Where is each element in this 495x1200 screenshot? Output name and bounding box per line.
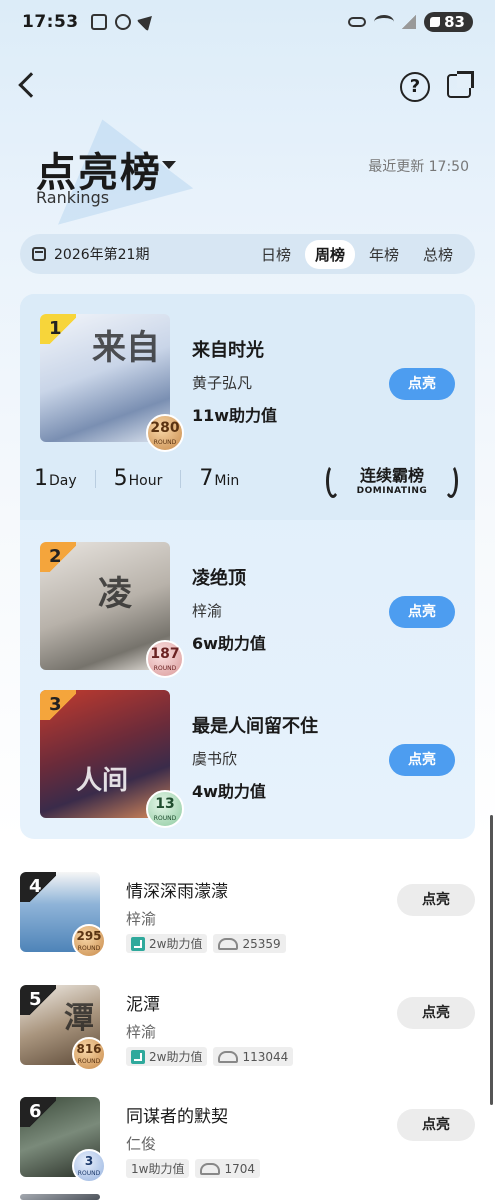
- signal-icon: [402, 15, 417, 29]
- rank-badge: 2: [40, 542, 76, 572]
- divider: [94, 469, 96, 488]
- song-meta: 1w助力值 1704: [126, 1159, 260, 1178]
- dominating-badge: 连续霸榜 DOMINATING: [326, 462, 458, 502]
- dominating-label-en: DOMINATING: [356, 486, 428, 496]
- fan-club-badge: 280 ROUND: [146, 414, 184, 452]
- list-item[interactable]: 潭 5 816 ROUND 泥潭 梓渝 2w助力值 113044 点亮: [20, 985, 475, 1071]
- update-time: 最近更新 17:50: [368, 159, 469, 175]
- song-points: 11w助力值: [192, 406, 278, 425]
- light-up-button[interactable]: 点亮: [389, 596, 455, 628]
- status-time: 17:53: [22, 12, 79, 32]
- cover-art: [20, 1194, 100, 1200]
- song-title[interactable]: 同谋者的默契: [126, 1102, 228, 1127]
- fan-club-badge: 295 ROUND: [72, 924, 106, 958]
- rank-badge: 6: [20, 1097, 56, 1127]
- song-artist[interactable]: 虞书欣: [192, 748, 237, 769]
- countdown-days: 1 Day: [34, 466, 77, 491]
- key-icon: [348, 17, 367, 27]
- points-tag: 2w助力值: [126, 1047, 208, 1066]
- fan-club-badge: 187 ROUND: [146, 640, 184, 678]
- telegram-icon: [136, 10, 158, 32]
- song-artist[interactable]: 黄子弘凡: [192, 372, 252, 393]
- help-icon[interactable]: ?: [400, 72, 430, 102]
- light-up-button[interactable]: 点亮: [397, 997, 475, 1029]
- song-meta: 2w助力值 113044: [126, 1047, 294, 1066]
- points-tag: 1w助力值: [126, 1159, 190, 1178]
- tab-yearly[interactable]: 年榜: [359, 240, 409, 269]
- scrollbar[interactable]: [490, 815, 493, 1105]
- notification-icons: [90, 10, 158, 32]
- system-icons: 83: [348, 12, 473, 32]
- trend-icon: [131, 936, 145, 951]
- period-bar: 2026年第21期 日榜 周榜 年榜 总榜: [20, 234, 475, 274]
- cover-lettering: 潭: [64, 1001, 94, 1036]
- light-up-button[interactable]: 点亮: [397, 884, 475, 916]
- rank-badge: 5: [20, 985, 56, 1015]
- calendar-icon: [32, 247, 46, 261]
- trend-icon: [131, 1049, 145, 1064]
- tab-daily[interactable]: 日榜: [251, 240, 301, 269]
- fan-club-badge: 3 ROUND: [72, 1149, 106, 1183]
- tab-total[interactable]: 总榜: [413, 240, 463, 269]
- back-icon[interactable]: [18, 72, 44, 98]
- rank-badge: 1: [40, 314, 76, 344]
- whatsapp-icon: [114, 14, 131, 30]
- fan-club-badge: 816 ROUND: [72, 1037, 106, 1071]
- song-artist[interactable]: 梓渝: [126, 908, 156, 929]
- people-icon: [218, 1050, 239, 1063]
- light-up-button[interactable]: 点亮: [389, 368, 455, 400]
- fans-tag: 25359: [213, 934, 286, 953]
- period-tabs: 日榜 周榜 年榜 总榜: [251, 239, 463, 269]
- cover-lettering: 人间: [76, 766, 129, 796]
- dominating-label: 连续霸榜: [359, 466, 424, 485]
- song-title[interactable]: 最是人间留不住: [192, 712, 318, 738]
- song-artist[interactable]: 仁俊: [126, 1133, 156, 1154]
- laurel-icon: [326, 464, 340, 498]
- list-item-partial: [20, 1194, 475, 1200]
- wifi-icon: [374, 15, 395, 29]
- tab-weekly[interactable]: 周榜: [304, 239, 355, 269]
- points-tag: 2w助力值: [126, 934, 208, 953]
- people-icon: [218, 937, 239, 950]
- countdown-hours: 5 Hour: [113, 466, 163, 491]
- song-title[interactable]: 来自时光: [192, 336, 264, 362]
- countdown-minutes: 7 Min: [199, 466, 240, 491]
- rank-badge: 4: [20, 872, 56, 902]
- list-item[interactable]: 4 295 ROUND 情深深雨濛濛 梓渝 2w助力值 25359 点亮: [20, 872, 475, 958]
- song-artist[interactable]: 梓渝: [192, 600, 222, 621]
- people-icon: [200, 1162, 221, 1175]
- album-cover-7: [20, 1194, 100, 1200]
- status-bar: 17:53 83: [0, 0, 495, 44]
- song-points: 6w助力值: [192, 634, 266, 653]
- rank-badge: 3: [40, 690, 76, 720]
- countdown: 1 Day 5 Hour 7 Min: [34, 466, 239, 491]
- song-meta: 2w助力值 25359: [126, 934, 286, 953]
- top-three-card: 来自 1 280 ROUND 来自时光 黄子弘凡 11w助力值 点亮 凌 2 18…: [20, 294, 475, 839]
- fans-tag: 113044: [213, 1047, 294, 1066]
- light-up-button[interactable]: 点亮: [397, 1109, 475, 1141]
- song-artist[interactable]: 梓渝: [126, 1021, 156, 1042]
- song-title[interactable]: 凌绝顶: [192, 564, 246, 590]
- laurel-icon: [444, 464, 458, 498]
- song-points: 4w助力值: [192, 782, 266, 801]
- fan-club-badge: 13 ROUND: [146, 790, 184, 828]
- light-up-button[interactable]: 点亮: [389, 744, 455, 776]
- page-subtitle: Rankings: [36, 188, 110, 207]
- caret-down-icon[interactable]: [162, 161, 176, 169]
- top-nav: ?: [0, 68, 495, 108]
- song-title[interactable]: 情深深雨濛濛: [126, 877, 228, 902]
- cover-lettering: 来自: [92, 328, 160, 368]
- list-item[interactable]: 6 3 ROUND 同谋者的默契 仁俊 1w助力值 1704 点亮: [20, 1097, 475, 1183]
- divider: [180, 469, 182, 488]
- share-icon[interactable]: [447, 71, 474, 98]
- cover-lettering: 凌: [98, 574, 132, 614]
- period-label[interactable]: 2026年第21期: [54, 244, 149, 264]
- screenshot-icon: [90, 14, 107, 30]
- battery-indicator: 83: [424, 12, 473, 32]
- fans-tag: 1704: [195, 1159, 260, 1178]
- song-title[interactable]: 泥潭: [126, 990, 160, 1015]
